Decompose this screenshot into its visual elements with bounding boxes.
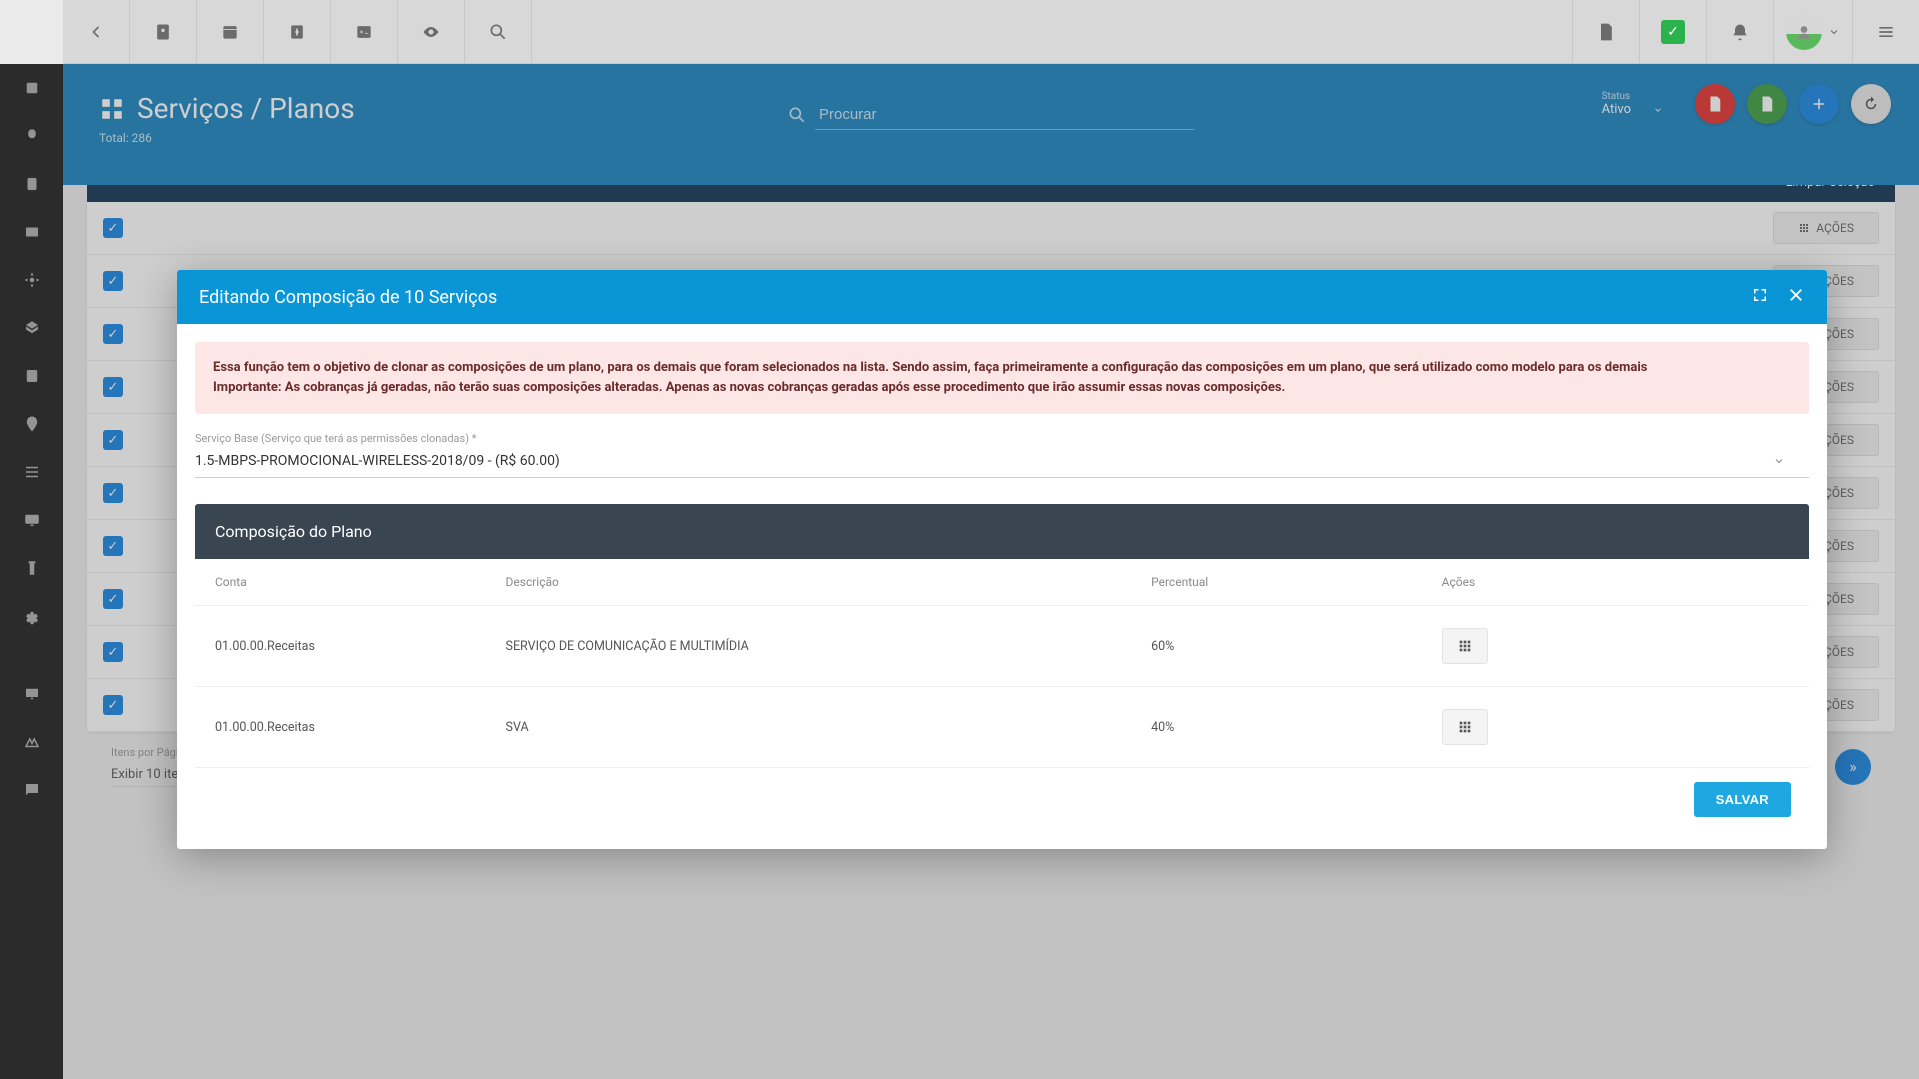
avatar-icon (1786, 14, 1822, 50)
sidebar-item-12[interactable] (0, 592, 63, 640)
sidebar-item-15[interactable] (0, 766, 63, 814)
row-actions-button[interactable] (1442, 628, 1488, 664)
save-button[interactable]: SALVAR (1694, 782, 1791, 817)
base-service-value: 1.5-MBPS-PROMOCIONAL-WIRELESS-2018/09 - … (195, 453, 560, 469)
col-percentual: Percentual (1131, 559, 1422, 606)
topbar: ✓ (0, 0, 1919, 64)
col-acoes: Ações (1422, 559, 1809, 606)
search-icon[interactable] (465, 0, 532, 64)
composition-section-title: Composição do Plano (195, 504, 1809, 559)
modal-title: Editando Composição de 10 Serviços (199, 287, 497, 308)
base-service-label: Serviço Base (Serviço que terá as permis… (195, 432, 1809, 445)
user-menu[interactable] (1773, 0, 1852, 64)
calendar-icon[interactable] (197, 0, 264, 64)
sidebar-item-4[interactable] (0, 208, 63, 256)
composition-row: 01.00.00.Receitas SVA 40% (195, 687, 1809, 768)
modal-overlay: Editando Composição de 10 Serviços Essa … (63, 64, 1919, 1079)
bell-icon[interactable] (1706, 0, 1773, 64)
cell-conta: 01.00.00.Receitas (195, 687, 486, 768)
sidebar-item-9[interactable] (0, 448, 63, 496)
sidebar-item-13[interactable] (0, 670, 63, 718)
cell-descricao: SVA (486, 687, 1132, 768)
base-service-select[interactable]: 1.5-MBPS-PROMOCIONAL-WIRELESS-2018/09 - … (195, 445, 1809, 478)
sidebar-item-5[interactable] (0, 256, 63, 304)
menu-grid-icon (1457, 638, 1473, 654)
modal-header: Editando Composição de 10 Serviços (177, 270, 1827, 324)
sidebar-item-2[interactable] (0, 112, 63, 160)
cell-percentual: 40% (1131, 687, 1422, 768)
row-actions-button[interactable] (1442, 709, 1488, 745)
fullscreen-button[interactable] (1751, 286, 1769, 308)
contacts-icon[interactable] (130, 0, 197, 64)
edit-composition-modal: Editando Composição de 10 Serviços Essa … (177, 270, 1827, 849)
sidebar-item-6[interactable] (0, 304, 63, 352)
cell-descricao: SERVIÇO DE COMUNICAÇÃO E MULTIMÍDIA (486, 606, 1132, 687)
sidebar-item-8[interactable] (0, 400, 63, 448)
back-button[interactable] (63, 0, 130, 64)
sidebar-item-11[interactable] (0, 544, 63, 592)
money-icon[interactable] (264, 0, 331, 64)
cell-percentual: 60% (1131, 606, 1422, 687)
sidebar-item-14[interactable] (0, 718, 63, 766)
notifications-check-icon[interactable]: ✓ (1639, 0, 1706, 64)
warning-alert: Essa função tem o objetivo de clonar as … (195, 342, 1809, 414)
cell-conta: 01.00.00.Receitas (195, 606, 486, 687)
close-button[interactable] (1787, 286, 1805, 308)
col-conta: Conta (195, 559, 486, 606)
left-sidebar (0, 0, 63, 1079)
pdf-icon[interactable] (1572, 0, 1639, 64)
composition-table: Conta Descrição Percentual Ações 01.00.0… (195, 559, 1809, 768)
composition-row: 01.00.00.Receitas SERVIÇO DE COMUNICAÇÃO… (195, 606, 1809, 687)
menu-grid-icon (1457, 719, 1473, 735)
sidebar-item-7[interactable] (0, 352, 63, 400)
sidebar-item-3[interactable] (0, 160, 63, 208)
eye-icon[interactable] (398, 0, 465, 64)
alert-line-1: Essa função tem o objetivo de clonar as … (213, 360, 1647, 375)
main-content: Serviços / Planos Total: 286 Status Ativ… (63, 64, 1919, 1079)
chevron-down-icon (1773, 455, 1785, 467)
terminal-icon[interactable] (331, 0, 398, 64)
menu-icon[interactable] (1852, 0, 1919, 64)
alert-line-2: Importante: As cobranças já geradas, não… (213, 380, 1285, 395)
col-descricao: Descrição (486, 559, 1132, 606)
chevron-down-icon (1828, 26, 1840, 38)
sidebar-item-10[interactable] (0, 496, 63, 544)
sidebar-item-1[interactable] (0, 64, 63, 112)
